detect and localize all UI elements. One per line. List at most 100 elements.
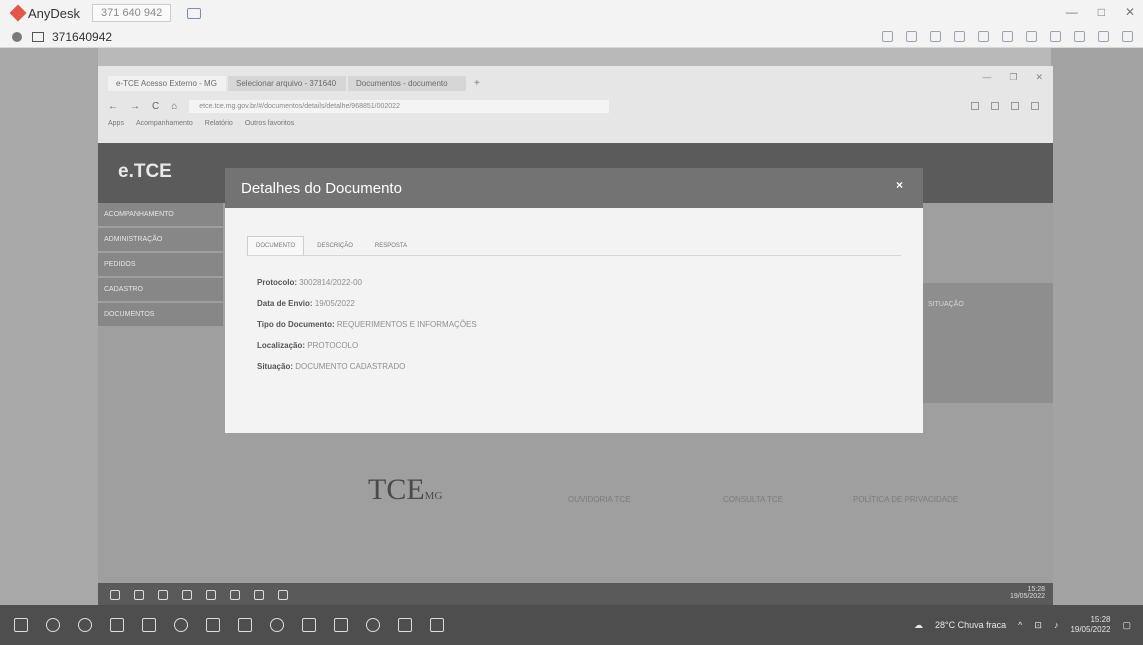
favorite-icon[interactable]: [930, 31, 941, 42]
search-icon[interactable]: [134, 590, 144, 600]
anydesk-logo: AnyDesk: [9, 4, 80, 22]
nav-item[interactable]: CADASTRO: [98, 278, 223, 301]
translate-icon[interactable]: [991, 102, 999, 110]
detail-row: Situação: DOCUMENTO CADASTRADO: [257, 362, 477, 371]
screenshot-icon[interactable]: [1074, 31, 1085, 42]
nav-item[interactable]: ACOMPANHAMENTO: [98, 203, 223, 226]
site-sidebar: ACOMPANHAMENTO ADMINISTRAÇÃO PEDIDOS CAD…: [98, 203, 223, 328]
situacao-label: Situação:: [257, 362, 294, 371]
keyboard-icon[interactable]: [1050, 31, 1061, 42]
session-tab[interactable]: 371 640 942: [92, 4, 172, 22]
browser-tabs: e-TCE Acesso Externo - MG Selecionar arq…: [108, 76, 486, 91]
background-table: SITUAÇÃO: [918, 283, 1053, 403]
detail-row: Localização: PROTOCOLO: [257, 341, 477, 350]
whiteboard-icon[interactable]: [1026, 31, 1037, 42]
app-icon[interactable]: [302, 618, 316, 632]
cortana-icon[interactable]: [78, 618, 92, 632]
edge-icon[interactable]: [230, 590, 240, 600]
chrome-icon[interactable]: [174, 618, 188, 632]
modal-body: DOCUMENTO DESCRIÇÃO RESPOSTA Protocolo: …: [225, 208, 923, 433]
volume-icon[interactable]: ♪: [1054, 620, 1059, 630]
protocolo-label: Protocolo:: [257, 278, 297, 287]
word-icon[interactable]: [238, 618, 252, 632]
bookmark-item[interactable]: Relatório: [205, 120, 233, 127]
app-icon[interactable]: [430, 618, 444, 632]
tray-up-icon[interactable]: ^: [1018, 620, 1022, 630]
footer-link[interactable]: POLÍTICA DE PRIVACIDADE: [853, 495, 958, 504]
bookmark-item[interactable]: Outros favoritos: [245, 120, 294, 127]
actions-icon[interactable]: [978, 31, 989, 42]
tab-descricao[interactable]: DESCRIÇÃO: [308, 236, 362, 256]
nav-item[interactable]: PEDIDOS: [98, 253, 223, 276]
localizacao-value: PROTOCOLO: [307, 341, 359, 350]
network-icon[interactable]: ⊡: [1034, 620, 1042, 631]
windows-start-icon[interactable]: [14, 618, 28, 632]
menu-icon[interactable]: [1122, 31, 1133, 42]
remote-taskbar: 15:28 19/05/2022: [98, 583, 1053, 607]
browser-tab[interactable]: e-TCE Acesso Externo - MG: [108, 76, 226, 91]
anydesk-icon[interactable]: [366, 618, 380, 632]
modal-close-button[interactable]: ×: [896, 178, 903, 192]
profile-icon[interactable]: [1031, 102, 1039, 110]
remote-address: 371640942: [52, 30, 113, 44]
clock[interactable]: 15:28 19/05/2022: [1070, 615, 1110, 635]
back-icon[interactable]: ←: [108, 101, 118, 112]
bookmark-item[interactable]: Apps: [108, 120, 124, 127]
close-icon[interactable]: ✕: [1125, 5, 1135, 19]
settings-icon[interactable]: [882, 31, 893, 42]
display-icon[interactable]: [906, 31, 917, 42]
record-icon[interactable]: [1098, 31, 1109, 42]
detail-row: Protocolo: 3002814/2022-00: [257, 278, 477, 287]
logo-text: TCE: [368, 473, 425, 506]
excel-icon[interactable]: [206, 618, 220, 632]
chat-tool-icon[interactable]: [1002, 31, 1013, 42]
clock-date: 19/05/2022: [1070, 625, 1111, 634]
browser-minimize-icon[interactable]: —: [982, 72, 991, 83]
folder-icon[interactable]: [182, 590, 192, 600]
new-tab-button[interactable]: +: [468, 76, 486, 91]
app-icon[interactable]: [334, 618, 348, 632]
system-tray: ☁ 28°C Chuva fraca ^ ⊡ ♪ 15:28 19/05/2022…: [914, 615, 1131, 635]
file-icon[interactable]: [954, 31, 965, 42]
app-icon[interactable]: [254, 590, 264, 600]
search-icon[interactable]: [46, 618, 60, 632]
browser-tab[interactable]: Documentos - documento: [348, 76, 466, 91]
modal-tabs: DOCUMENTO DESCRIÇÃO RESPOSTA: [247, 236, 416, 256]
maximize-icon[interactable]: □: [1098, 5, 1105, 19]
weather-icon[interactable]: ☁: [914, 620, 923, 631]
browser-close-icon[interactable]: ✕: [1035, 72, 1043, 83]
app-icon[interactable]: [398, 618, 412, 632]
bookmark-icon[interactable]: [1011, 102, 1019, 110]
bookmarks-bar: Apps Acompanhamento Relatório Outros fav…: [108, 120, 294, 127]
home-icon[interactable]: ⌂: [171, 101, 177, 112]
nav-item[interactable]: DOCUMENTOS: [98, 303, 223, 326]
tab-resposta[interactable]: RESPOSTA: [366, 236, 416, 256]
browser-icon[interactable]: [270, 618, 284, 632]
app-icon[interactable]: [206, 590, 216, 600]
app-icon[interactable]: [278, 590, 288, 600]
start-icon[interactable]: [110, 590, 120, 600]
footer-link[interactable]: CONSULTA TCE: [723, 495, 783, 504]
chrome-icon[interactable]: [158, 590, 168, 600]
chat-icon[interactable]: [187, 7, 202, 19]
browser-tab[interactable]: Selecionar arquivo - 371640: [228, 76, 346, 91]
notification-icon[interactable]: ▢: [1122, 620, 1131, 631]
reload-icon[interactable]: C: [152, 101, 159, 112]
forward-icon[interactable]: →: [130, 101, 140, 112]
remote-time: 15:28: [1027, 586, 1045, 593]
anydesk-toolbar: AnyDesk 371 640 942 — □ ✕ 371640942: [0, 0, 1143, 48]
extension-icon[interactable]: [971, 102, 979, 110]
mail-icon[interactable]: [142, 618, 156, 632]
footer-link[interactable]: OUVIDORIA TCE: [568, 495, 631, 504]
remote-clock: 15:28 19/05/2022: [1010, 586, 1045, 600]
url-field[interactable]: etce.tce.mg.gov.br/#/documentos/details/…: [189, 100, 610, 113]
nav-item[interactable]: ADMINISTRAÇÃO: [98, 228, 223, 251]
clock-time: 15:28: [1090, 615, 1111, 624]
bookmark-item[interactable]: Acompanhamento: [136, 120, 193, 127]
minimize-icon[interactable]: —: [1066, 5, 1078, 19]
modal-title: Detalhes do Documento: [241, 180, 402, 197]
browser-restore-icon[interactable]: ❐: [1009, 72, 1017, 83]
weather-text[interactable]: 28°C Chuva fraca: [935, 620, 1006, 630]
task-view-icon[interactable]: [110, 618, 124, 632]
tab-documento[interactable]: DOCUMENTO: [247, 236, 305, 256]
